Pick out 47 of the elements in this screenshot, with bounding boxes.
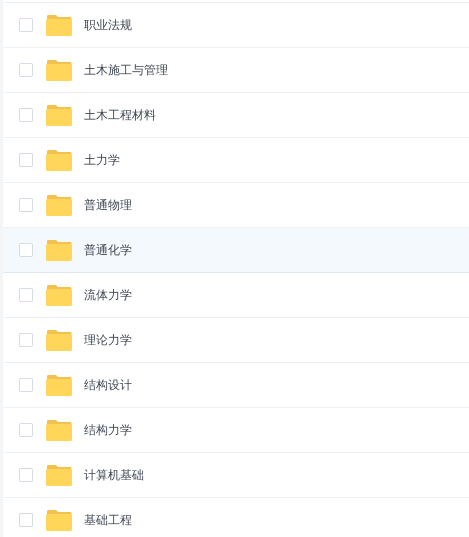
checkbox[interactable] xyxy=(19,468,33,482)
folder-name[interactable]: 基础工程 xyxy=(84,512,132,528)
folder-name[interactable]: 流体力学 xyxy=(84,286,132,304)
checkbox[interactable] xyxy=(19,333,33,347)
folder-icon xyxy=(46,14,72,36)
checkbox[interactable] xyxy=(19,108,33,122)
file-row[interactable]: 职业法规 xyxy=(3,3,469,48)
file-row[interactable]: 理论力学 xyxy=(3,318,469,363)
folder-icon xyxy=(46,104,72,126)
folder-icon xyxy=(46,420,72,440)
file-row[interactable]: 流体力学 xyxy=(3,273,469,318)
file-row[interactable]: 普通化学 xyxy=(3,228,469,273)
checkbox[interactable] xyxy=(19,198,33,212)
folder-icon xyxy=(46,284,72,306)
checkbox[interactable] xyxy=(19,423,33,437)
folder-name[interactable]: 职业法规 xyxy=(84,16,132,34)
folder-name[interactable]: 计算机基础 xyxy=(84,466,144,484)
file-row[interactable]: 结构设计 xyxy=(3,363,469,408)
checkbox[interactable] xyxy=(19,378,33,392)
folder-name[interactable]: 普通化学 xyxy=(84,242,132,258)
checkbox[interactable] xyxy=(19,153,33,167)
file-row[interactable]: 结构力学 xyxy=(3,408,469,453)
folder-icon xyxy=(46,60,72,80)
file-row[interactable]: 土木工程材料 xyxy=(3,93,469,138)
checkbox[interactable] xyxy=(19,288,33,302)
folder-name[interactable]: 土木工程材料 xyxy=(84,106,156,124)
folder-icon xyxy=(46,464,72,486)
folder-icon xyxy=(46,150,72,170)
file-row[interactable]: 计算机基础 xyxy=(3,453,469,498)
folder-icon xyxy=(46,374,72,396)
folder-name[interactable]: 土力学 xyxy=(84,152,120,168)
checkbox[interactable] xyxy=(19,243,33,257)
file-row[interactable]: 基础工程 xyxy=(3,498,469,537)
folder-icon xyxy=(46,330,72,350)
folder-icon xyxy=(46,510,72,530)
folder-name[interactable]: 结构力学 xyxy=(84,422,132,438)
folder-icon xyxy=(46,240,72,260)
file-row[interactable]: 土木施工与管理 xyxy=(3,48,469,93)
folder-name[interactable]: 普通物理 xyxy=(84,196,132,214)
folder-name[interactable]: 理论力学 xyxy=(84,332,132,348)
folder-name[interactable]: 土木施工与管理 xyxy=(84,62,168,78)
checkbox[interactable] xyxy=(19,513,33,527)
folder-name[interactable]: 结构设计 xyxy=(84,376,132,394)
folder-icon xyxy=(46,194,72,216)
checkbox[interactable] xyxy=(19,18,33,32)
checkbox[interactable] xyxy=(19,63,33,77)
file-row[interactable]: 土力学 xyxy=(3,138,469,183)
